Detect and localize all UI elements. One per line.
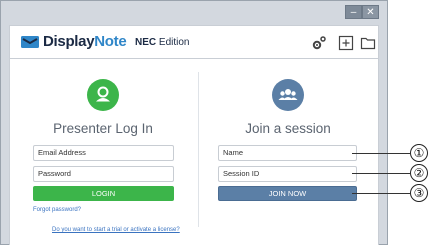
callout-line-1 bbox=[352, 153, 410, 154]
join-now-button[interactable]: JOIN NOW bbox=[218, 186, 357, 201]
user-icon bbox=[96, 86, 110, 102]
displaynote-logo-icon bbox=[21, 36, 39, 48]
minimize-button[interactable]: – bbox=[345, 5, 362, 19]
trial-license-link[interactable]: Do you want to start a trial or activate… bbox=[52, 227, 180, 233]
close-button[interactable]: ✕ bbox=[362, 5, 379, 19]
brand-part-note: Note bbox=[94, 33, 127, 50]
callout-3: ③ bbox=[410, 184, 428, 202]
brand-part-display: Display bbox=[43, 33, 95, 50]
password-field[interactable]: Password bbox=[33, 166, 174, 182]
callout-line-3 bbox=[352, 193, 410, 194]
presenter-avatar bbox=[87, 79, 119, 111]
brand-name: DisplayNote bbox=[43, 33, 127, 50]
edition-text: Edition bbox=[158, 37, 190, 48]
group-icon bbox=[278, 89, 298, 100]
presenter-heading: Presenter Log In bbox=[53, 121, 153, 136]
session-id-field[interactable]: Session ID bbox=[218, 166, 357, 182]
join-avatar bbox=[272, 79, 304, 111]
login-button[interactable]: LOGIN bbox=[33, 186, 174, 201]
panel-divider bbox=[198, 72, 199, 227]
callout-2: ② bbox=[410, 164, 428, 182]
forgot-password-link[interactable]: Forgot password? bbox=[33, 207, 81, 213]
edition-label: NEC Edition bbox=[135, 37, 189, 48]
folder-icon[interactable] bbox=[360, 35, 376, 51]
edition-bold: NEC bbox=[135, 37, 157, 48]
callout-line-2 bbox=[352, 173, 410, 174]
email-field[interactable]: Email Address bbox=[33, 145, 174, 161]
join-heading: Join a session bbox=[245, 121, 331, 136]
name-field[interactable]: Name bbox=[218, 145, 357, 161]
settings-gears-icon[interactable] bbox=[311, 35, 327, 51]
callout-1: ① bbox=[410, 144, 428, 162]
toolbar: DisplayNote NEC Edition bbox=[9, 25, 379, 59]
title-bar: – ✕ bbox=[1, 1, 387, 27]
add-icon[interactable] bbox=[338, 35, 354, 51]
